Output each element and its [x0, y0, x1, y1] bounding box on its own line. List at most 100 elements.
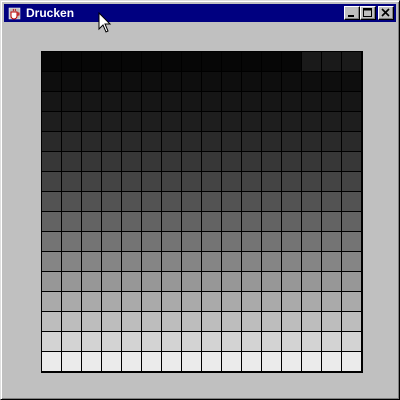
- java-cup-icon[interactable]: [7, 5, 23, 21]
- swatch-cell: [102, 172, 121, 191]
- swatch-cell: [222, 192, 241, 211]
- swatch-cell: [122, 172, 141, 191]
- swatch-cell: [102, 232, 121, 251]
- swatch-cell: [102, 272, 121, 291]
- maximize-button[interactable]: [360, 6, 376, 20]
- swatch-cell: [222, 272, 241, 291]
- swatch-cell: [242, 72, 261, 91]
- swatch-cell: [42, 232, 61, 251]
- swatch-cell: [162, 332, 181, 351]
- swatch-cell: [142, 312, 161, 331]
- swatch-cell: [82, 112, 101, 131]
- swatch-cell: [142, 212, 161, 231]
- swatch-cell: [342, 272, 361, 291]
- window-title: Drucken: [26, 6, 75, 20]
- swatch-cell: [42, 132, 61, 151]
- swatch-cell: [202, 52, 221, 71]
- swatch-cell: [182, 192, 201, 211]
- swatch-cell: [42, 252, 61, 271]
- swatch-cell: [202, 212, 221, 231]
- swatch-cell: [182, 92, 201, 111]
- swatch-cell: [342, 232, 361, 251]
- swatch-cell: [322, 212, 341, 231]
- title-bar[interactable]: Drucken: [4, 4, 396, 22]
- swatch-cell: [62, 292, 81, 311]
- swatch-cell: [142, 52, 161, 71]
- swatch-cell: [202, 132, 221, 151]
- minimize-button[interactable]: [344, 6, 360, 20]
- swatch-cell: [122, 52, 141, 71]
- swatch-cell: [182, 292, 201, 311]
- swatch-cell: [282, 72, 301, 91]
- swatch-cell: [102, 152, 121, 171]
- swatch-cell: [162, 72, 181, 91]
- swatch-cell: [282, 192, 301, 211]
- swatch-cell: [322, 72, 341, 91]
- swatch-cell: [302, 52, 321, 71]
- swatch-cell: [322, 232, 341, 251]
- swatch-cell: [302, 292, 321, 311]
- swatch-cell: [262, 172, 281, 191]
- swatch-cell: [262, 252, 281, 271]
- swatch-cell: [82, 252, 101, 271]
- swatch-cell: [302, 312, 321, 331]
- swatch-cell: [182, 112, 201, 131]
- swatch-cell: [342, 212, 361, 231]
- swatch-cell: [282, 232, 301, 251]
- swatch-cell: [262, 52, 281, 71]
- swatch-cell: [242, 272, 261, 291]
- swatch-cell: [202, 252, 221, 271]
- swatch-cell: [102, 92, 121, 111]
- swatch-cell: [222, 172, 241, 191]
- swatch-cell: [322, 132, 341, 151]
- swatch-cell: [62, 172, 81, 191]
- swatch-cell: [142, 192, 161, 211]
- swatch-cell: [62, 232, 81, 251]
- swatch-cell: [82, 52, 101, 71]
- swatch-cell: [242, 192, 261, 211]
- swatch-cell: [122, 72, 141, 91]
- swatch-cell: [242, 312, 261, 331]
- swatch-cell: [282, 112, 301, 131]
- swatch-cell: [222, 352, 241, 371]
- swatch-cell: [122, 212, 141, 231]
- swatch-cell: [202, 292, 221, 311]
- maximize-icon: [363, 8, 372, 17]
- swatch-cell: [302, 212, 321, 231]
- swatch-cell: [142, 92, 161, 111]
- swatch-cell: [82, 332, 101, 351]
- swatch-cell: [202, 232, 221, 251]
- swatch-cell: [122, 192, 141, 211]
- swatch-cell: [202, 272, 221, 291]
- swatch-cell: [302, 172, 321, 191]
- mouse-pointer-icon: [98, 12, 112, 33]
- swatch-cell: [82, 212, 101, 231]
- swatch-cell: [182, 312, 201, 331]
- swatch-cell: [162, 132, 181, 151]
- swatch-cell: [122, 112, 141, 131]
- swatch-cell: [82, 132, 101, 151]
- swatch-cell: [202, 352, 221, 371]
- swatch-cell: [162, 252, 181, 271]
- swatch-cell: [222, 232, 241, 251]
- swatch-cell: [182, 172, 201, 191]
- swatch-cell: [262, 232, 281, 251]
- swatch-cell: [182, 212, 201, 231]
- swatch-cell: [342, 52, 361, 71]
- swatch-cell: [182, 252, 201, 271]
- swatch-cell: [102, 292, 121, 311]
- close-button[interactable]: [378, 6, 394, 20]
- swatch-cell: [282, 92, 301, 111]
- swatch-cell: [282, 292, 301, 311]
- swatch-cell: [282, 332, 301, 351]
- swatch-cell: [182, 72, 201, 91]
- swatch-cell: [102, 332, 121, 351]
- swatch-cell: [222, 332, 241, 351]
- swatch-cell: [42, 72, 61, 91]
- swatch-cell: [142, 352, 161, 371]
- swatch-cell: [82, 232, 101, 251]
- swatch-cell: [322, 112, 341, 131]
- swatch-cell: [342, 72, 361, 91]
- swatch-cell: [42, 152, 61, 171]
- swatch-cell: [322, 92, 341, 111]
